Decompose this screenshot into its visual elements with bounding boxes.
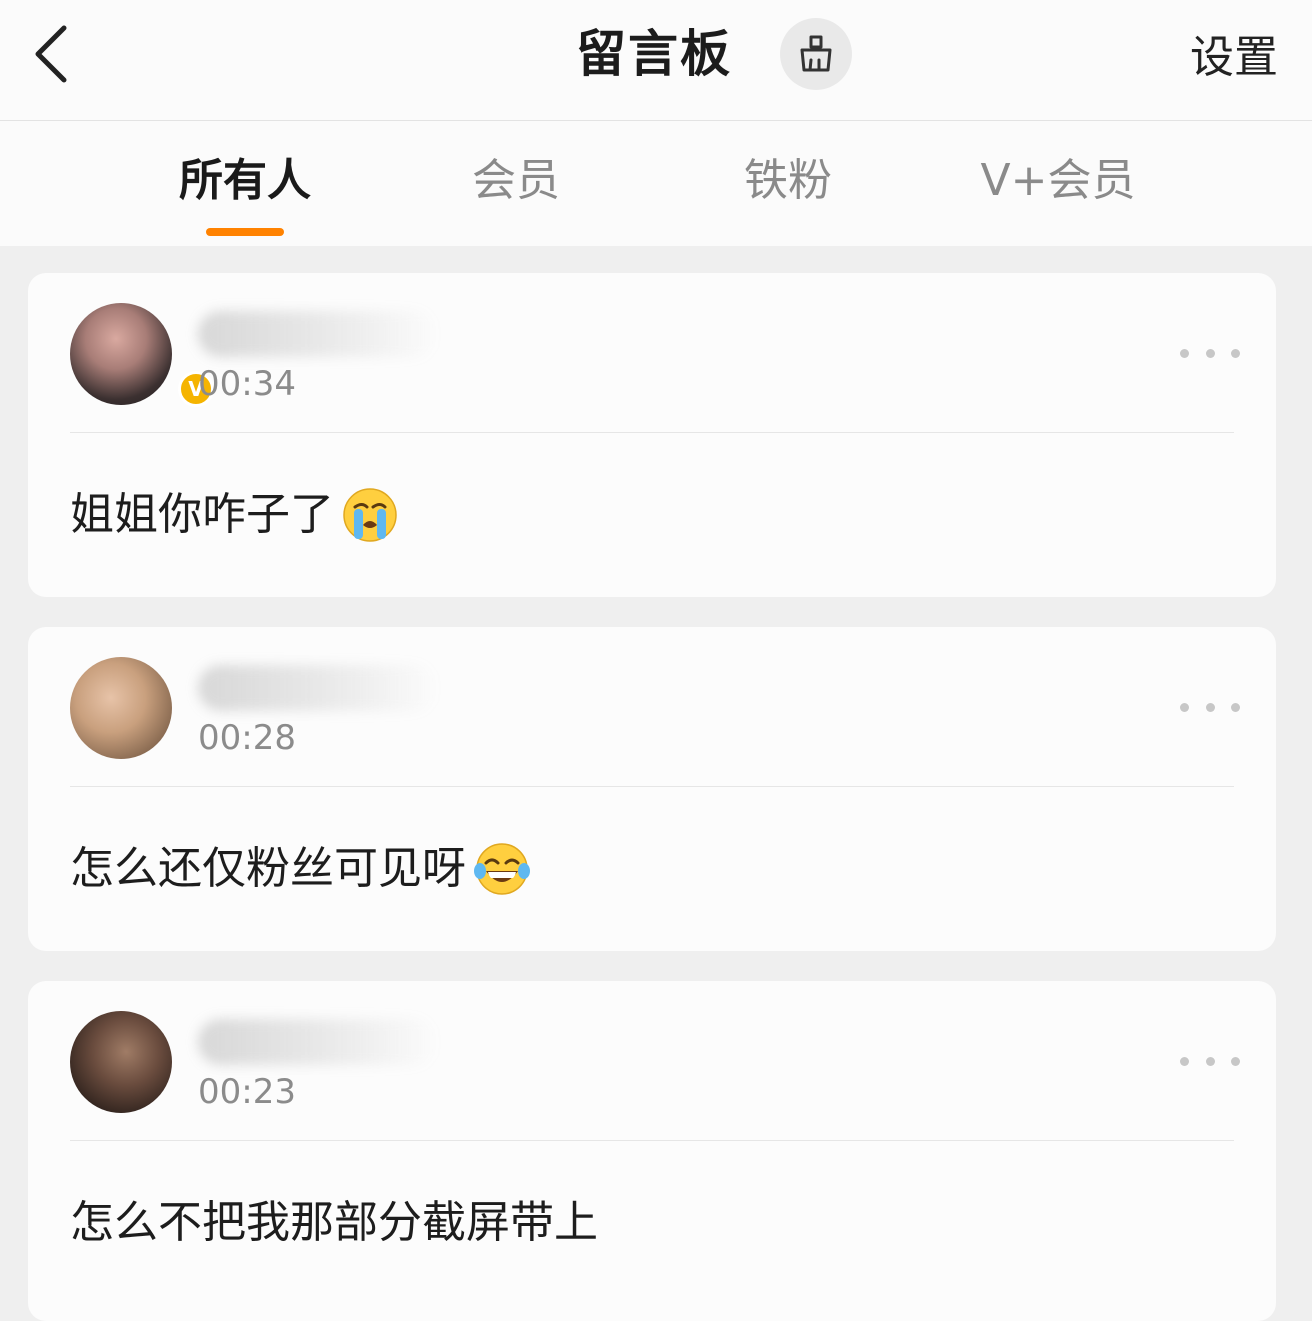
avatar[interactable] — [70, 657, 172, 759]
dot-icon — [1231, 1056, 1240, 1066]
message-content: 怎么不把我那部分截屏带上 — [70, 1191, 598, 1255]
divider — [70, 786, 1234, 787]
active-tab-indicator — [206, 228, 284, 236]
back-button[interactable] — [22, 22, 82, 86]
page-title: 留言板 — [576, 25, 732, 83]
tears-of-joy-emoji-icon — [474, 843, 530, 895]
clean-button[interactable] — [780, 18, 852, 90]
username-redacted[interactable] — [198, 1019, 438, 1065]
message-card: 00:28 怎么还仅粉丝可见呀 — [28, 627, 1276, 951]
settings-button[interactable]: 设置 — [1190, 28, 1278, 88]
message-text: 姐姐你咋子了 — [70, 489, 334, 540]
tab-vplus-members[interactable]: V+会员 — [981, 151, 1136, 211]
broom-icon — [800, 35, 832, 72]
avatar[interactable]: V — [70, 303, 214, 407]
more-options-button[interactable] — [1180, 1043, 1240, 1079]
message-content: 姐姐你咋子了 — [70, 483, 398, 547]
more-options-button[interactable] — [1180, 335, 1240, 371]
message-time: 00:34 — [198, 364, 296, 404]
dot-icon — [1231, 348, 1240, 358]
message-content: 怎么还仅粉丝可见呀 — [70, 837, 530, 901]
message-text: 怎么不把我那部分截屏带上 — [70, 1197, 598, 1248]
tab-everyone[interactable]: 所有人 — [179, 151, 311, 211]
message-card: V 00:34 姐姐你咋子了 — [28, 273, 1276, 597]
dot-icon — [1231, 702, 1240, 712]
message-time: 00:28 — [198, 718, 296, 758]
top-nav-bar: 留言板 设置 — [0, 0, 1312, 121]
dot-icon — [1180, 702, 1189, 712]
tab-members[interactable]: 会员 — [472, 151, 560, 211]
message-card: 00:23 怎么不把我那部分截屏带上 — [28, 981, 1276, 1321]
divider — [70, 432, 1234, 433]
message-time: 00:23 — [198, 1072, 296, 1112]
dot-icon — [1205, 702, 1215, 712]
dot-icon — [1180, 1056, 1189, 1066]
message-text: 怎么还仅粉丝可见呀 — [70, 843, 466, 894]
tab-loyal-fans[interactable]: 铁粉 — [744, 151, 832, 211]
filter-tabs: 所有人 会员 铁粉 V+会员 — [0, 121, 1312, 246]
dot-icon — [1180, 348, 1189, 358]
dot-icon — [1205, 1056, 1215, 1066]
dot-icon — [1205, 348, 1215, 358]
more-options-button[interactable] — [1180, 689, 1240, 725]
divider — [70, 1140, 1234, 1141]
username-redacted[interactable] — [198, 311, 438, 357]
username-redacted[interactable] — [198, 665, 438, 711]
loudly-crying-emoji-icon — [343, 488, 397, 542]
avatar[interactable] — [70, 1011, 172, 1113]
chevron-left-icon — [35, 25, 67, 83]
